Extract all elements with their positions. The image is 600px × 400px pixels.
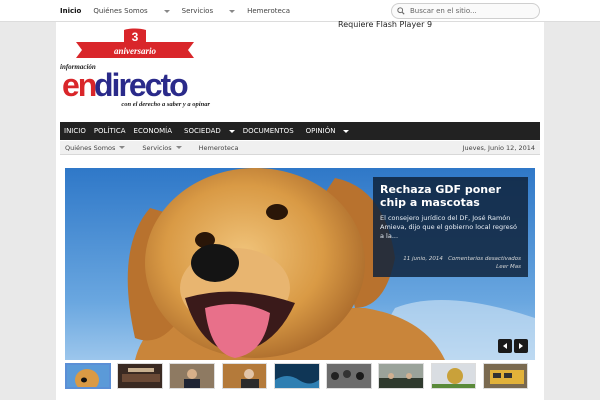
topnav-item-quienes-label: Quiénes Somos [93, 7, 148, 15]
mainnav-item-opinion-label: OPINIÓN [305, 127, 336, 135]
thumbnail-speaker[interactable] [169, 363, 216, 389]
mainnav-item-documentos[interactable]: DOCUMENTOS [243, 127, 294, 135]
thumbnail-bus[interactable] [482, 363, 529, 389]
thumbnail-wave-image [274, 364, 319, 388]
chevron-down-icon [228, 129, 235, 133]
thumbnail-meeting-image [379, 364, 424, 388]
mainnav-item-sociedad-label: SOCIEDAD [184, 127, 221, 135]
thumbnail-dog-image [67, 365, 109, 387]
subnav-item-quienes-somos[interactable]: Quiénes Somos [65, 143, 126, 152]
slider-prev-button[interactable] [498, 339, 512, 353]
logo-ribbon-text: aniversario [114, 46, 157, 56]
topnav-item-quienes-somos[interactable]: Quiénes Somos [93, 7, 170, 15]
arrow-left-icon [503, 343, 507, 349]
slide-caption[interactable]: Rechaza GDF poner chip a mascotas El con… [373, 177, 528, 277]
mainnav-item-politica[interactable]: POLÍTICA [94, 127, 126, 135]
mainnav-item-opinion[interactable]: OPINIÓN [302, 127, 350, 135]
topnav-item-inicio[interactable]: Inicio [60, 7, 81, 15]
mainnav-item-sociedad[interactable]: SOCIEDAD [180, 127, 235, 135]
chevron-down-icon [343, 129, 350, 133]
thumbnail-crowd-image [327, 364, 371, 388]
subnav-item-servicios[interactable]: Servicios [142, 143, 182, 152]
thumbnail-trophy[interactable] [430, 363, 477, 389]
subnav-item-servicios-label: Servicios [142, 143, 172, 152]
site-logo[interactable]: aniversario 3 información en directo con… [58, 28, 212, 110]
logo-tagline: con el derecho a saber y a opinar [121, 101, 210, 108]
thumbnail-politician-image [222, 364, 267, 388]
thumbnail-dog[interactable] [65, 363, 111, 389]
chevron-down-icon [163, 9, 170, 13]
subnav-item-hemeroteca[interactable]: Hemeroteca [199, 144, 239, 152]
slider-thumbnails [65, 363, 535, 391]
slide-title[interactable]: Rechaza GDF poner chip a mascotas [380, 183, 521, 209]
topnav-item-servicios[interactable]: Servicios [181, 7, 236, 15]
thumbnail-trophy-image [431, 364, 476, 388]
search-placeholder: Buscar en el sitio... [410, 7, 477, 15]
slide-read-more[interactable]: Leer Mas [496, 264, 521, 270]
main-navigation: INICIO POLÍTICA ECONOMÍA SOCIEDAD DOCUME… [60, 122, 540, 140]
thumbnail-room-image [118, 364, 162, 388]
mainnav-item-economia[interactable]: ECONOMÍA [134, 127, 172, 135]
search-input[interactable]: Buscar en el sitio... [391, 3, 540, 19]
thumbnail-politician[interactable] [221, 363, 268, 389]
slide-excerpt: El consejero jurídico del DF, José Ramón… [380, 214, 518, 240]
arrow-right-icon [519, 343, 523, 349]
topnav-item-servicios-label: Servicios [181, 7, 214, 15]
logo-wordmark-en: en [62, 67, 96, 103]
thumbnail-bus-image [483, 364, 528, 388]
thumbnail-room[interactable] [117, 363, 163, 389]
slide-date: 11 junio, 2014 [403, 256, 443, 262]
thumbnail-wave[interactable] [273, 363, 320, 389]
thumbnail-crowd[interactable] [326, 363, 372, 389]
topnav-item-hemeroteca[interactable]: Hemeroteca [247, 7, 290, 15]
logo-wordmark-directo: directo [94, 67, 188, 103]
current-date: Jueves, Junio 12, 2014 [462, 144, 535, 152]
chevron-down-icon [229, 9, 236, 13]
slider-next-button[interactable] [514, 339, 528, 353]
slide-meta: 11 junio, 2014 Comentarios desactivados … [403, 255, 521, 271]
top-navigation: Inicio Quiénes Somos Servicios Hemerotec… [60, 0, 302, 22]
chevron-down-icon [175, 146, 182, 149]
search-icon [397, 7, 405, 15]
subnav-item-quienes-label: Quiénes Somos [65, 143, 116, 152]
chevron-down-icon [119, 146, 126, 149]
logo-number: 3 [132, 30, 139, 44]
flash-notice: Requiere Flash Player 9 [338, 20, 433, 29]
thumbnail-speaker-image [170, 364, 215, 388]
secondary-navigation: Quiénes Somos Servicios Hemeroteca Jueve… [60, 141, 540, 155]
mainnav-item-inicio[interactable]: INICIO [64, 127, 86, 135]
thumbnail-meeting[interactable] [378, 363, 425, 389]
slide-comments: Comentarios desactivados [448, 256, 521, 262]
